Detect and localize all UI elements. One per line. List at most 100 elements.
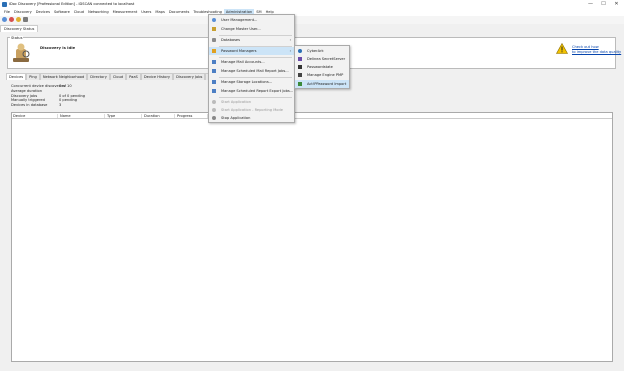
submenu-item-label: CyberArk [307,49,324,53]
discovery-info: Concurrent device discoveries 0 of 10 Ave… [11,84,85,108]
menu-item-manage-report-export-jobs[interactable]: Manage Scheduled Report Export Jobs... [209,87,294,95]
info-value: 0 pending [59,98,78,103]
tab-discovery-status[interactable]: Discovery Status [0,25,38,32]
submenu-item-label: Delinea SecretServer [307,57,346,61]
menu-item-label: Databases [221,38,241,42]
menu-item-start-reporting-mode[interactable]: Start Application - Reporting Mode [209,106,294,114]
menu-maps[interactable]: Maps [153,9,166,16]
storage-icon [212,80,216,84]
column-progress[interactable]: Progress [176,114,208,118]
menu-users[interactable]: Users [139,9,153,16]
window-title: iDoc Discovery [Professional Edition] - … [9,2,135,6]
menu-item-label: Manage Storage Locations... [221,80,273,84]
menu-item-manage-mail-accounts[interactable]: Manage Mail Accounts... [209,58,294,66]
menu-item-change-master-user[interactable]: Change Master User... [209,25,294,33]
discovery-robot-icon [13,43,30,62]
submenu-item-label: Manage Engine PMP [307,73,344,77]
stop-icon[interactable] [9,17,14,22]
submenu-item-password-import[interactable]: Act!PPassword Import [295,80,349,88]
tab-directory[interactable]: Directory [87,73,110,80]
device-grid[interactable]: Device Name Type Duration Progress [11,112,613,362]
minimize-button[interactable]: — [584,0,597,8]
menu-item-password-managers[interactable]: Password Managers › [209,47,294,55]
cyberark-icon [298,49,302,53]
status-message: Discovery is idle [40,45,76,50]
menu-item-label: Manage Scheduled Mail Report Jobs... [221,69,289,73]
passwordstate-icon [298,65,302,69]
tab-cloud[interactable]: Cloud [109,73,127,80]
menu-item-label: Password Managers [221,49,257,53]
menu-software[interactable]: Software [52,9,72,16]
menu-cloud[interactable]: Cloud [72,9,86,16]
menu-item-user-management[interactable]: User Management... [209,16,294,24]
warning-icon [556,43,568,54]
menu-file[interactable]: File [2,9,12,16]
menu-item-manage-storage-locations[interactable]: Manage Storage Locations... [209,78,294,86]
menu-item-stop-application[interactable]: Stop Application [209,114,294,122]
menu-item-label: Change Master User... [221,27,261,31]
start-icon [212,100,216,104]
menu-item-label: Start Application - Reporting Mode [221,108,283,112]
submenu-item-manage-engine-pmp[interactable]: Manage Engine PMP [295,71,349,79]
title-bar: iDoc Discovery [Professional Edition] - … [0,0,624,9]
submenu-arrow-icon: › [289,49,291,53]
data-quality-link[interactable]: Check out how to improve the data qualit… [572,45,621,54]
edit-icon[interactable] [23,17,28,22]
password-managers-submenu: CyberArk Delinea SecretServer Passwordst… [294,45,350,89]
manageengine-icon [298,73,302,77]
status-legend: Status [10,36,24,40]
column-duration[interactable]: Duration [143,114,175,118]
info-value: 0 of 10 [59,84,72,88]
key-icon [212,27,216,31]
delinea-icon [298,57,302,61]
stop-icon [212,116,216,120]
menu-item-label: Stop Application [221,116,251,120]
toolbar [0,16,624,24]
menu-documents[interactable]: Documents [167,9,192,16]
mail-schedule-icon [212,69,216,73]
submenu-item-passwordstate[interactable]: Passwordstate [295,63,349,71]
tab-devices[interactable]: Devices [6,73,27,80]
menu-item-databases[interactable]: Databases › [209,36,294,44]
menu-item-start-application[interactable]: Start Application [209,98,294,106]
app-icon [2,2,7,7]
info-label: Devices in database [11,103,48,108]
tab-paas[interactable]: PaaS [126,73,141,80]
mail-icon [212,60,216,64]
submenu-item-label: Act!PPassword Import [307,82,347,86]
refresh-icon[interactable] [16,17,21,22]
submenu-arrow-icon: › [289,38,291,42]
tab-network-neighborhood[interactable]: Network Neighborhood [39,73,88,80]
column-device[interactable]: Device [12,114,58,118]
menu-item-label: Manage Scheduled Report Export Jobs... [221,89,294,93]
submenu-item-cyberark[interactable]: CyberArk [295,47,349,55]
tab-ping[interactable]: Ping [26,73,40,80]
tab-device-history[interactable]: Device History [140,73,174,80]
submenu-item-label: Passwordstate [307,65,333,69]
tab-discovery-jobs[interactable]: Discovery Jobs [173,73,206,80]
data-quality-link-line2[interactable]: to improve the data quality [572,50,621,55]
menu-item-label: Start Application [221,100,252,104]
menu-item-label: Manage Mail Accounts... [221,60,265,64]
report-export-icon [212,89,216,93]
menu-devices[interactable]: Devices [34,9,52,16]
menu-item-manage-mail-report-jobs[interactable]: Manage Scheduled Mail Report Jobs... [209,67,294,75]
info-row: Devices in database 3 [11,103,85,108]
back-icon[interactable] [2,17,7,22]
menu-networking[interactable]: Networking [86,9,111,16]
info-value: 3 [59,103,62,108]
grid-header: Device Name Type Duration Progress [12,113,612,119]
database-icon [212,38,216,42]
column-name[interactable]: Name [59,114,105,118]
administration-menu: User Management... Change Master User...… [208,14,295,123]
submenu-item-delinea[interactable]: Delinea SecretServer [295,55,349,63]
menu-measurement[interactable]: Measurement [111,9,140,16]
menu-item-label: User Management... [221,18,258,22]
password-manager-icon [212,49,216,53]
menu-discovery[interactable]: Discovery [12,9,34,16]
maximize-button[interactable]: ☐ [597,0,610,8]
start-reporting-icon [212,108,216,112]
column-type[interactable]: Type [106,114,142,118]
users-icon [212,18,216,22]
close-button[interactable]: ✕ [610,0,623,8]
